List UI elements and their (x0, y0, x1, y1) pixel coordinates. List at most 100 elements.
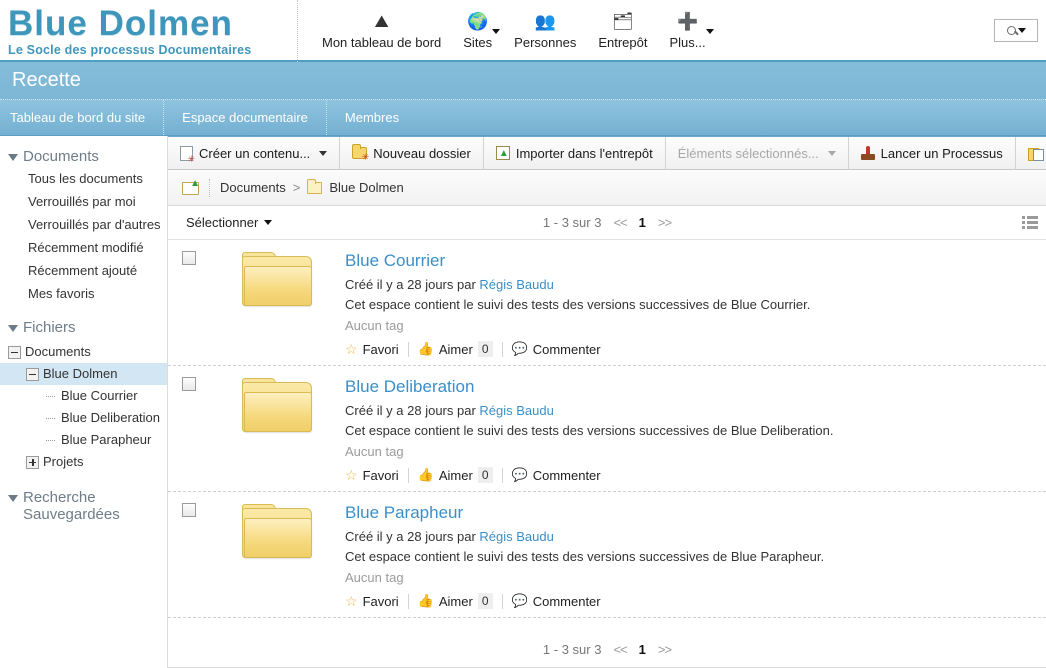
sidebar-item-r-cemment-modifi[interactable]: Récemment modifié (0, 236, 167, 259)
row-checkbox-cell (168, 250, 210, 265)
site-tab-label: Tableau de bord du site (10, 110, 146, 125)
pagination-top: 1 - 3 sur 3 << 1 >> (168, 215, 1046, 230)
like-label: Aimer (438, 467, 473, 483)
top-bar: Blue Dolmen Le Socle des processus Docum… (0, 0, 1046, 62)
chevron-down-icon (827, 150, 836, 156)
favorite-action[interactable]: ☆ Favori (345, 468, 399, 483)
like-action[interactable]: 👍 Aimer 0 (418, 467, 493, 483)
favorite-action[interactable]: ☆ Favori (345, 594, 399, 609)
tree-toggle-collapse-icon[interactable] (26, 367, 39, 381)
sidebar-section-saved-search[interactable]: Recherche Sauvegardées (0, 487, 167, 525)
folder-up-icon[interactable] (182, 178, 200, 195)
author-link[interactable]: Régis Baudu (479, 403, 553, 418)
pagination-page-1[interactable]: 1 (639, 642, 646, 657)
nav-item-entrep-t[interactable]: 🗂 Entrepôt (590, 10, 655, 51)
list-options-bar: Sélectionner 1 - 3 sur 3 << 1 >> (168, 206, 1046, 240)
document-title-link[interactable]: Blue Courrier (345, 250, 1026, 272)
document-row: Blue Courrier Créé il y a 28 jours par Ré… (168, 240, 1046, 366)
sidebar: Documents Tous les documents Verrouillés … (0, 136, 168, 668)
tree-node-label: Blue Parapheur (61, 432, 152, 447)
comment-action[interactable]: 💬 Commenter (512, 594, 601, 609)
tree-toggle-expand-icon[interactable] (26, 455, 39, 469)
divider (407, 467, 409, 483)
like-count: 0 (477, 593, 493, 609)
search-box[interactable] (994, 19, 1038, 42)
pagination-prev[interactable]: << (613, 642, 627, 657)
divider (501, 593, 503, 609)
brand-title: Blue Dolmen (8, 3, 233, 43)
select-button[interactable]: Sélectionner (182, 213, 276, 232)
pagination-page-1[interactable]: 1 (639, 215, 646, 230)
toolbar-button-cr-er-un-contenu[interactable]: Créer un contenu... (168, 137, 341, 169)
toolbar-button-nouveau-dossier[interactable]: Nouveau dossier (340, 137, 484, 169)
tree-toggle-collapse-icon[interactable] (8, 345, 21, 359)
chevron-down-icon (8, 154, 18, 161)
folder-icon[interactable] (241, 504, 314, 560)
toolbar-button-label: Nouveau dossier (373, 145, 471, 161)
row-thumbnail-cell (210, 376, 345, 434)
site-tab-label: Membres (344, 110, 400, 125)
sidebar-item-verrouill-s-par-d-autres[interactable]: Verrouillés par d'autres (0, 213, 167, 236)
tree-node-blue-dolmen[interactable]: Blue Dolmen (0, 363, 167, 385)
author-link[interactable]: Régis Baudu (479, 277, 553, 292)
nav-item-personnes[interactable]: 👥 Personnes (506, 10, 584, 51)
document-created-meta: Créé il y a 28 jours par Régis Baudu (345, 401, 1026, 421)
breadcrumb-separator: > (292, 180, 301, 195)
site-tab-tableau-de-bord-du-site[interactable]: Tableau de bord du site (0, 100, 165, 135)
tree-node-projets[interactable]: Projets (0, 451, 167, 473)
nav-item-sites[interactable]: 🌍 Sites (455, 10, 501, 50)
site-tab-membres[interactable]: Membres (327, 100, 417, 135)
like-count: 0 (477, 341, 493, 357)
document-toolbar: Créer un contenu... Nouveau dossier Import… (168, 136, 1046, 170)
tree-node-blue-parapheur[interactable]: Blue Parapheur (0, 429, 167, 451)
tree-node-blue-courrier[interactable]: Blue Courrier (0, 385, 167, 407)
like-action[interactable]: 👍 Aimer 0 (418, 593, 493, 609)
toolbar-button-importer-dans-l-entrep-t[interactable]: Importer dans l'entrepôt (484, 137, 666, 169)
document-row: Blue Deliberation Créé il y a 28 jours pa… (168, 366, 1046, 492)
comment-action[interactable]: 💬 Commenter (512, 342, 601, 357)
toolbar-button-lancer-un-processus[interactable]: Lancer un Processus (849, 137, 1016, 169)
chevron-down-icon (492, 29, 501, 34)
nav-item-label: Personnes (514, 35, 577, 50)
sidebar-section-documents[interactable]: Documents (0, 146, 167, 167)
breadcrumb-list: Documents > Blue Dolmen (220, 178, 404, 195)
toolbar-button-visua[interactable]: Visua (1016, 137, 1046, 169)
folder-icon[interactable] (241, 252, 314, 308)
row-checkbox[interactable] (182, 377, 196, 391)
row-checkbox[interactable] (182, 503, 196, 517)
nav-item-mon-tableau-de-bord[interactable]: ⛰ Mon tableau de bord (314, 10, 449, 51)
pagination-next[interactable]: >> (658, 215, 672, 230)
brand-logo[interactable]: Blue Dolmen Le Socle des processus Docum… (0, 0, 298, 62)
created-prefix: Créé il y a 28 jours par (345, 529, 476, 544)
document-title-link[interactable]: Blue Parapheur (345, 502, 1026, 524)
breadcrumb-item-blue-dolmen[interactable]: Blue Dolmen (329, 180, 403, 195)
tree-node-documents[interactable]: Documents (0, 341, 167, 363)
like-action[interactable]: 👍 Aimer 0 (418, 341, 493, 357)
site-header: Recette (0, 62, 1046, 100)
view-options-button[interactable] (1022, 216, 1038, 229)
sidebar-section-files[interactable]: Fichiers (0, 317, 167, 338)
sidebar-item-tous-les-documents[interactable]: Tous les documents (0, 167, 167, 190)
sidebar-item-mes-favoris[interactable]: Mes favoris (0, 282, 167, 305)
sidebar-item-r-cemment-ajout[interactable]: Récemment ajouté (0, 259, 167, 282)
tree-node-blue-deliberation[interactable]: Blue Deliberation (0, 407, 167, 429)
chevron-down-icon (8, 495, 18, 502)
author-link[interactable]: Régis Baudu (479, 529, 553, 544)
breadcrumb-item-documents[interactable]: Documents (220, 180, 286, 195)
site-title: Recette (12, 69, 81, 91)
favorite-action[interactable]: ☆ Favori (345, 342, 399, 357)
comment-action[interactable]: 💬 Commenter (512, 468, 601, 483)
document-title-link[interactable]: Blue Deliberation (345, 376, 1026, 398)
site-tabs: Tableau de bord du site Espace documentai… (0, 100, 1046, 136)
folder-icon[interactable] (241, 378, 314, 434)
pagination-next[interactable]: >> (658, 642, 672, 657)
nav-item-plus[interactable]: ➕ Plus... (661, 10, 714, 50)
site-tab-espace-documentaire[interactable]: Espace documentaire (164, 100, 327, 135)
row-checkbox[interactable] (182, 251, 196, 265)
brand-tagline: Le Socle des processus Documentaires (8, 42, 252, 57)
row-checkbox-cell (168, 502, 210, 517)
tree-node-label: Blue Courrier (61, 388, 138, 403)
sidebar-item-verrouill-s-par-moi[interactable]: Verrouillés par moi (0, 190, 167, 213)
like-label: Aimer (438, 341, 473, 357)
pagination-prev[interactable]: << (613, 215, 627, 230)
